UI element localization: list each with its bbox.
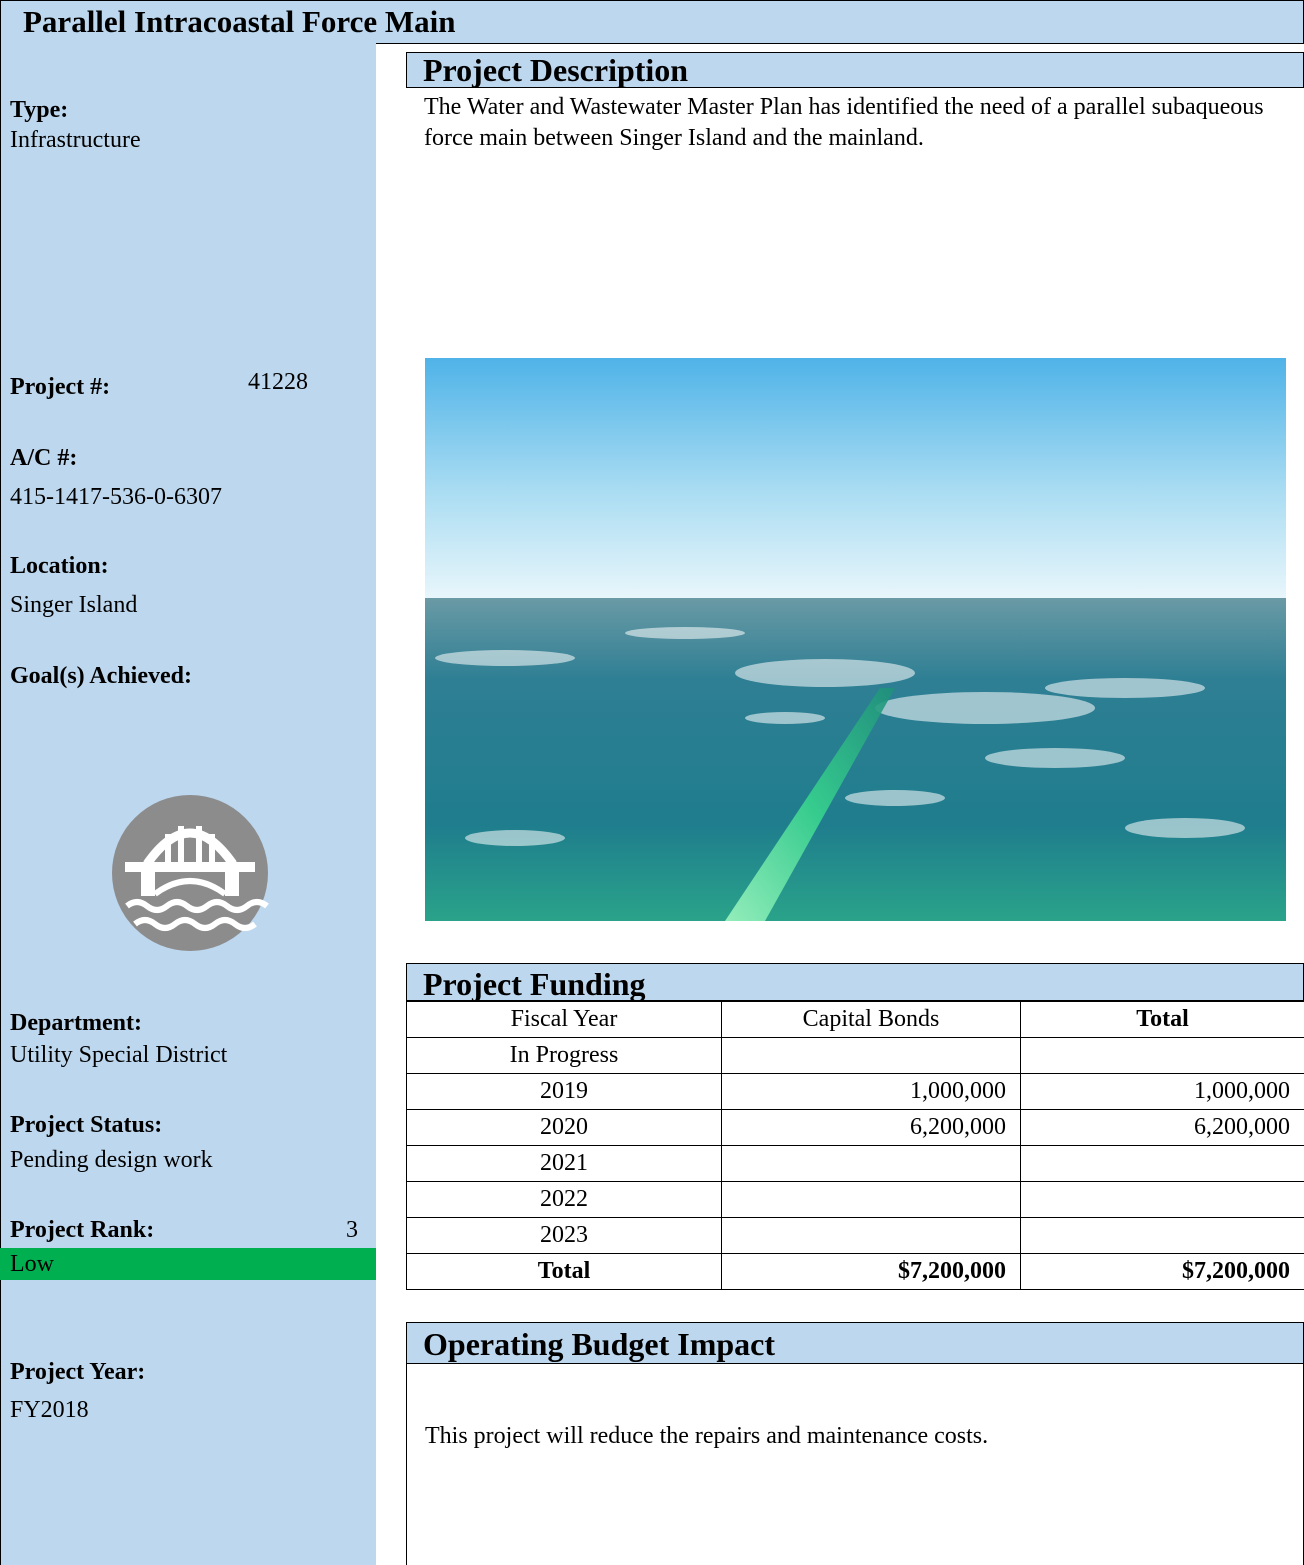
table-cell [721,1181,1021,1218]
budget-text: This project will reduce the repairs and… [425,1423,989,1449]
table-cell [1020,1145,1304,1182]
rank-level: Low [10,1251,54,1277]
table-cell: 2021 [406,1145,722,1182]
location-label: Location: [10,553,109,579]
table-row: 2023 [406,1217,1304,1254]
status-value: Pending design work [10,1147,213,1173]
table-cell [721,1217,1021,1254]
table-cell [1020,1181,1304,1218]
goals-label: Goal(s) Achieved: [10,663,192,689]
table-cell: 2020 [406,1109,722,1146]
table-cell [721,1145,1021,1182]
column-header: Total [1020,1001,1304,1038]
page-title: Parallel Intracoastal Force Main [23,4,456,39]
bridge-over-water-icon [111,794,269,952]
table-total-row: Total $7,200,000 $7,200,000 [406,1253,1304,1290]
table-cell: 1,000,000 [721,1073,1021,1110]
table-cell: 2019 [406,1073,722,1110]
table-row: 2021 [406,1145,1304,1182]
table-cell [1020,1217,1304,1254]
type-label: Type: [10,97,69,123]
department-value: Utility Special District [10,1042,228,1068]
department-label: Department: [10,1010,142,1036]
table-header-row: Fiscal Year Capital Bonds Total [406,1001,1304,1038]
budget-heading: Operating Budget Impact [406,1322,1304,1364]
ac-number-label: A/C #: [10,445,78,471]
project-year-label: Project Year: [10,1359,146,1385]
column-header: Fiscal Year [406,1001,722,1038]
table-cell: $7,200,000 [1020,1253,1304,1290]
description-text: The Water and Wastewater Master Plan has… [424,94,1264,151]
status-label: Project Status: [10,1112,163,1138]
funding-table: Fiscal Year Capital Bonds Total In Progr… [406,1001,1304,1290]
table-row: 2022 [406,1181,1304,1218]
project-year-value: FY2018 [10,1397,89,1423]
ac-number-value: 415-1417-536-0-6307 [10,484,222,510]
table-cell: $7,200,000 [721,1253,1021,1290]
rank-value: 3 [346,1217,358,1243]
rank-label: Project Rank: [10,1217,155,1243]
table-cell: In Progress [406,1037,722,1074]
project-photo [425,358,1286,921]
table-row: In Progress [406,1037,1304,1074]
funding-heading: Project Funding [406,963,1304,1002]
title-bar: Parallel Intracoastal Force Main [0,0,1304,44]
column-header: Capital Bonds [721,1001,1021,1038]
table-cell: 2023 [406,1217,722,1254]
table-cell: Total [406,1253,722,1290]
rank-level-bar: Low [0,1248,376,1280]
table-cell [721,1037,1021,1074]
table-cell: 6,200,000 [721,1109,1021,1146]
budget-box: This project will reduce the repairs and… [406,1364,1304,1565]
table-row: 2019 1,000,000 1,000,000 [406,1073,1304,1110]
description-heading: Project Description [406,52,1304,88]
table-cell [1020,1037,1304,1074]
project-number-value: 41228 [248,369,308,395]
table-cell: 2022 [406,1181,722,1218]
table-cell: 6,200,000 [1020,1109,1304,1146]
type-value: Infrastructure [10,127,141,153]
location-value: Singer Island [10,592,138,618]
project-number-label: Project #: [10,374,111,400]
table-row: 2020 6,200,000 6,200,000 [406,1109,1304,1146]
table-cell: 1,000,000 [1020,1073,1304,1110]
